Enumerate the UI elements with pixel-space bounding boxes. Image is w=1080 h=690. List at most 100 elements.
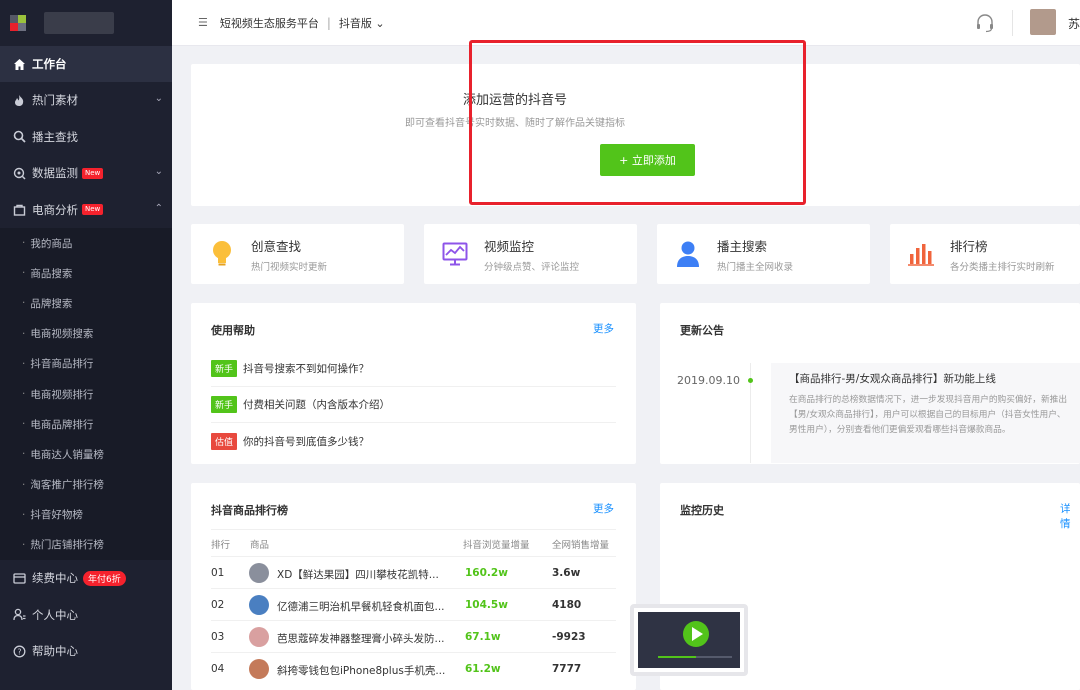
table-row[interactable]: 04 斜挎零钱包包iPhone8plus手机壳... 61.2w 7777 — [211, 653, 616, 685]
column-header: 排行 — [211, 540, 231, 551]
feature-card-ranking[interactable]: 排行榜 各分类播主排行实时刷新 — [890, 224, 1080, 284]
help-item[interactable]: 新手 抖音号搜索不到如何操作？ — [211, 351, 616, 387]
headset-icon[interactable] — [974, 12, 996, 37]
feature-subtitle: 分钟级点赞、评论监控 — [484, 261, 580, 273]
sidebar-item-data-monitor[interactable]: 数据监测 New ⌄ — [0, 155, 172, 192]
add-account-title: 添加运营的抖音号 — [462, 93, 567, 108]
card-icon — [12, 571, 26, 585]
home-icon — [12, 57, 26, 71]
user-icon — [12, 608, 26, 622]
sales-increase: 4180 — [552, 599, 582, 611]
logo-icon — [10, 15, 26, 31]
fire-icon — [12, 93, 26, 107]
sidebar-item-creator-search[interactable]: 播主查找 — [0, 119, 172, 156]
feature-card-creator-search[interactable]: 播主搜索热门播主全网收录 — [657, 224, 870, 284]
svg-text:?: ? — [17, 647, 21, 656]
product-name: 芭思蔻碎发神器整理膏小碎头发防... — [277, 633, 445, 645]
sidebar-item-ecommerce[interactable]: 电商分析 New ⌃ — [0, 192, 172, 229]
table-row[interactable]: 01 XD【鲜达果园】四川攀枝花凯特... 160.2w 3.6w — [211, 557, 616, 589]
chevron-down-icon: ⌄ — [154, 93, 163, 104]
sidebar-item-personal[interactable]: 个人中心 — [0, 597, 172, 634]
empty-state-illustration — [630, 604, 748, 676]
version-dropdown[interactable]: 抖音版 ⌄ — [339, 15, 385, 31]
product-thumbnail — [249, 595, 269, 615]
sidebar-subitem[interactable]: 电商达人销量榜 — [0, 439, 172, 470]
sidebar-item-hot-material[interactable]: 热门素材 ⌄ — [0, 82, 172, 119]
person-icon — [673, 239, 703, 269]
feature-title: 播主搜索 — [717, 238, 768, 254]
ranking-more-link[interactable]: 更多 — [593, 501, 614, 516]
sidebar-item-label: 个人中心 — [32, 607, 78, 622]
sidebar-subitem[interactable]: 电商视频排行 — [0, 378, 172, 410]
promo-badge: 年付6折 — [83, 570, 126, 586]
sidebar-item-workbench[interactable]: 工作台 — [0, 46, 172, 82]
product-thumbnail — [249, 563, 269, 583]
sales-increase: 3.6w — [552, 567, 581, 579]
sidebar-item-label: 电商分析 — [32, 202, 78, 217]
ranking-panel: 抖音商品排行榜 更多 排行 商品 抖音浏览量增量 全网销售增量 01 XD【鲜达… — [191, 483, 636, 690]
sidebar-subitem[interactable]: 抖音商品排行 — [0, 348, 172, 379]
new-badge: New — [82, 167, 104, 179]
announcement-title: 更新公告 — [680, 324, 724, 337]
sidebar-subitem[interactable]: 热门店铺排行榜 — [0, 529, 172, 561]
menu-toggle-icon[interactable]: ☰ — [198, 16, 208, 29]
feature-title: 排行榜 — [950, 238, 988, 254]
rank-number: 01 — [211, 567, 225, 579]
feature-title: 创意查找 — [251, 238, 302, 254]
help-tag: 新手 — [211, 360, 238, 377]
feature-title: 视频监控 — [484, 238, 535, 254]
help-icon: ? — [12, 644, 26, 658]
announcement-card[interactable]: 【商品排行-男/女观众商品排行】新功能上线 在商品排行的总榜数据情况下，进一步发… — [771, 363, 1080, 463]
sidebar-item-label: 帮助中心 — [32, 644, 78, 659]
user-name[interactable]: 苏 — [1068, 15, 1080, 32]
sidebar-subitem[interactable]: 抖音好物榜 — [0, 499, 172, 530]
title-separator: | — [326, 15, 331, 30]
chevron-up-icon: ⌃ — [154, 202, 163, 214]
ecommerce-submenu: 我的商品 商品搜索 品牌搜索 电商视频搜索 抖音商品排行 电商视频排行 电商品牌… — [0, 228, 172, 561]
sidebar-item-label: 热门素材 — [32, 93, 78, 108]
column-header: 抖音浏览量增量 — [463, 540, 530, 551]
column-header: 商品 — [250, 540, 270, 551]
announcement-panel: 更新公告 2019.09.10 【商品排行-男/女观众商品排行】新功能上线 在商… — [660, 303, 1080, 464]
help-item-text: 你的抖音号到底值多少钱？ — [243, 435, 370, 448]
feature-card-video-monitor[interactable]: 视频监控分钟级点赞、评论监控 — [424, 224, 637, 284]
search-icon — [12, 130, 26, 144]
table-row[interactable]: 03 芭思蔻碎发神器整理膏小碎头发防... 67.1w -9923 — [211, 621, 616, 653]
rank-number: 02 — [211, 599, 225, 611]
product-name: 斜挎零钱包包iPhone8plus手机壳... — [277, 665, 446, 677]
monitor-history-more-link[interactable]: 详情 — [1060, 501, 1080, 531]
version-label: 抖音版 — [338, 16, 372, 30]
sidebar-item-help[interactable]: ? 帮助中心 — [0, 633, 172, 670]
sidebar-subitem[interactable]: 我的商品 — [0, 228, 172, 259]
chart-monitor-icon — [440, 239, 470, 269]
views-increase: 160.2w — [465, 567, 508, 579]
help-tag: 估值 — [211, 432, 238, 450]
sidebar-subitem[interactable]: 商品搜索 — [0, 258, 172, 289]
help-item[interactable]: 新手 付费相关问题（内含版本介绍） — [211, 387, 616, 423]
column-header: 全网销售增量 — [552, 540, 610, 551]
sidebar-item-renewal[interactable]: 续费中心 年付6折 — [0, 560, 172, 597]
sidebar-subitem[interactable]: 品牌搜索 — [0, 288, 172, 319]
top-header: ☰ 短视频生态服务平台 | 抖音版 ⌄ 苏 — [172, 0, 1080, 46]
feature-subtitle: 热门视频实时更新 — [251, 261, 328, 273]
avatar[interactable] — [1030, 9, 1056, 35]
feature-subtitle: 热门播主全网收录 — [717, 261, 794, 273]
monitor-history-title: 监控历史 — [680, 504, 724, 517]
sales-increase: 7777 — [552, 663, 582, 675]
feature-card-creative[interactable]: 创意查找热门视频实时更新 — [191, 224, 404, 284]
help-more-link[interactable]: 更多 — [593, 321, 614, 336]
sidebar-subitem[interactable]: 电商视频搜索 — [0, 318, 172, 349]
divider — [211, 529, 616, 530]
views-increase: 61.2w — [465, 663, 501, 675]
chevron-down-icon: ⌄ — [375, 16, 385, 30]
timeline-dot — [748, 378, 753, 383]
sidebar-subitem[interactable]: 电商品牌排行 — [0, 409, 172, 440]
add-account-button[interactable]: + 立即添加 — [600, 144, 695, 176]
sidebar-subitem[interactable]: 淘客推广排行榜 — [0, 469, 172, 500]
help-item[interactable]: 估值 你的抖音号到底值多少钱？ — [211, 423, 616, 459]
logo[interactable] — [0, 0, 172, 46]
add-account-card: 添加运营的抖音号 即可查看抖音号实时数据、随时了解作品关键指标 + 立即添加 — [191, 64, 1080, 206]
table-row[interactable]: 02 亿德浦三明治机早餐机轻食机面包... 104.5w 4180 — [211, 589, 616, 621]
header-divider — [1012, 10, 1013, 36]
chevron-down-icon: ⌄ — [154, 166, 163, 177]
